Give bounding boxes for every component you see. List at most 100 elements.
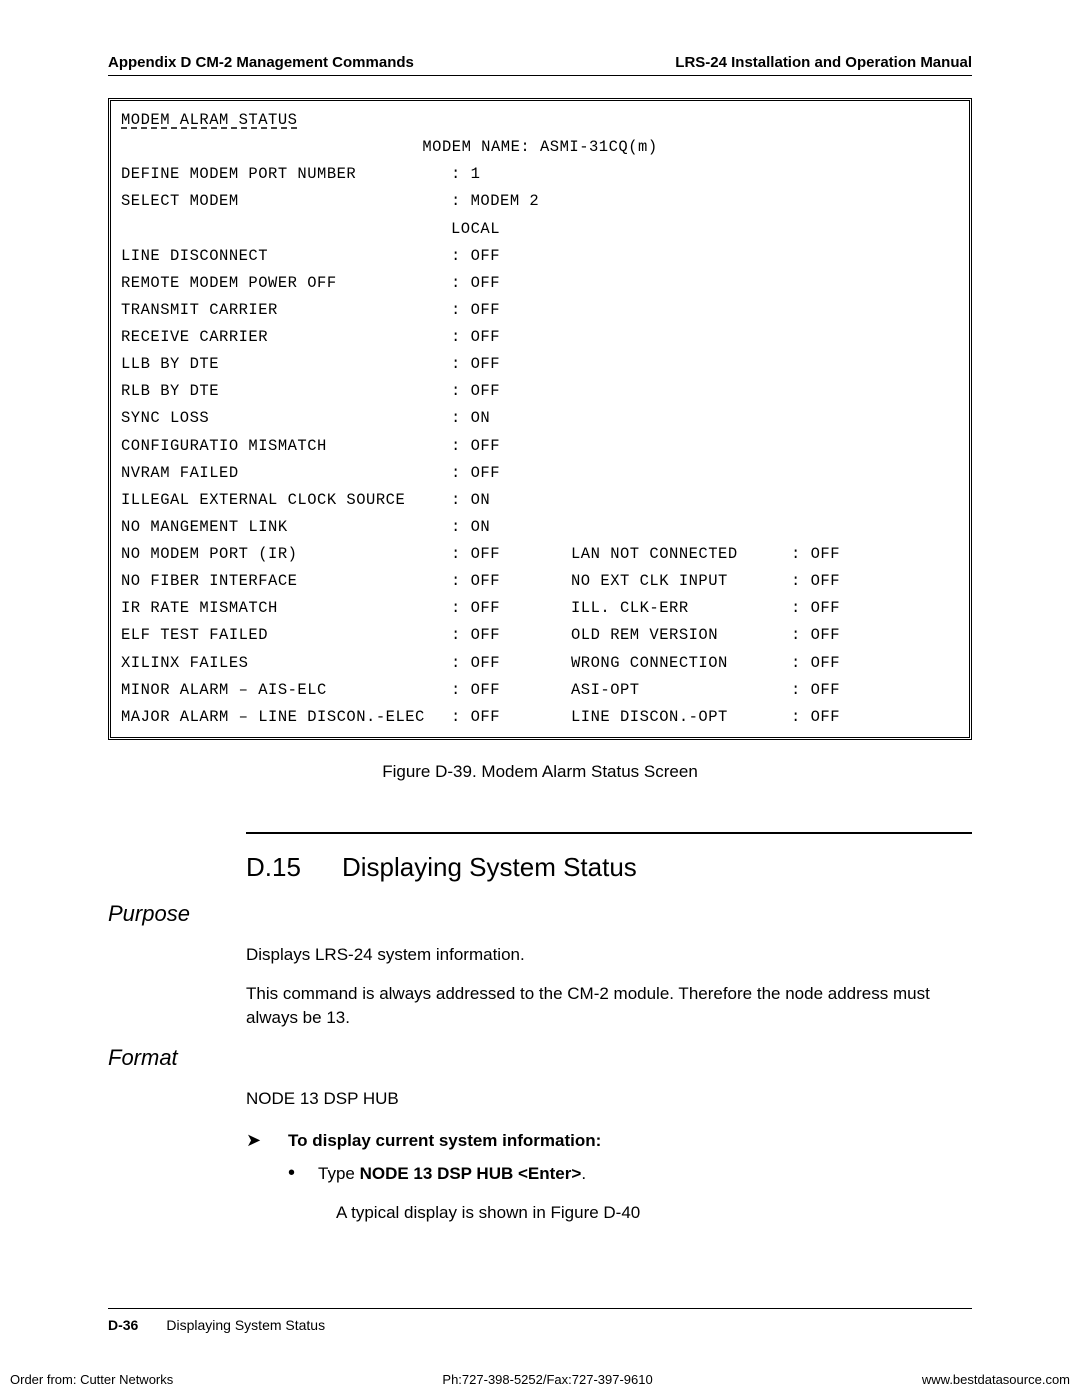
status-value: OFF	[451, 595, 571, 622]
bullet-suffix: .	[581, 1164, 586, 1183]
status-label: MAJOR ALARM – LINE DISCON.-ELEC	[121, 704, 451, 731]
status-label: ELF TEST FAILED	[121, 622, 451, 649]
status-label: NO FIBER INTERFACE	[121, 568, 451, 595]
purpose-para-1: Displays LRS-24 system information.	[246, 943, 972, 968]
section-rule	[246, 832, 972, 834]
status-label: NO MANGEMENT LINK	[121, 514, 451, 541]
bottom-center: Ph:727-398-5252/Fax:727-397-9610	[442, 1372, 652, 1387]
status-value: OFF	[451, 324, 571, 351]
format-body: NODE 13 DSP HUB ➤ To display current sys…	[246, 1087, 972, 1226]
status-row: LLB BY DTEOFF	[121, 351, 959, 378]
status-row: NO MODEM PORT (IR)OFFLAN NOT CONNECTEDOF…	[121, 541, 959, 568]
status-label: RECEIVE CARRIER	[121, 324, 451, 351]
status-row: SELECT MODEMMODEM 2 LOCAL	[121, 188, 959, 242]
status-row: XILINX FAILESOFFWRONG CONNECTIONOFF	[121, 650, 959, 677]
status-value: ON	[451, 487, 571, 514]
arrow-icon: ➤	[246, 1129, 288, 1152]
header-left: Appendix D CM-2 Management Commands	[108, 54, 414, 71]
status-row: IR RATE MISMATCHOFFILL. CLK-ERROFF	[121, 595, 959, 622]
status-label: NO MODEM PORT (IR)	[121, 541, 451, 568]
status-value: OFF	[451, 704, 571, 731]
status-row: ELF TEST FAILEDOFFOLD REM VERSIONOFF	[121, 622, 959, 649]
modem-name-row: MODEM NAME: ASMI-31CQ(m)	[121, 134, 959, 161]
section-number: D.15	[246, 852, 342, 883]
section-header: D.15 Displaying System Status	[246, 852, 972, 883]
bottom-right: www.bestdatasource.com	[922, 1372, 1070, 1387]
status-label-2: NO EXT CLK INPUT	[571, 568, 791, 595]
bottom-bar: Order from: Cutter Networks Ph:727-398-5…	[0, 1372, 1080, 1387]
bullet-text: Type NODE 13 DSP HUB <Enter>.	[318, 1162, 586, 1187]
status-label-2: OLD REM VERSION	[571, 622, 791, 649]
bullet-icon: •	[288, 1162, 318, 1187]
status-value: OFF	[451, 351, 571, 378]
status-value: OFF	[451, 270, 571, 297]
status-value: MODEM 2 LOCAL	[451, 188, 571, 242]
modem-name-label: MODEM NAME:	[422, 138, 530, 156]
page-footer-title: Displaying System Status	[166, 1317, 325, 1333]
status-value: OFF	[451, 622, 571, 649]
status-row: RECEIVE CARRIEROFF	[121, 324, 959, 351]
page-header: Appendix D CM-2 Management Commands LRS-…	[108, 54, 972, 76]
purpose-body: Displays LRS-24 system information. This…	[246, 943, 972, 1031]
status-value: ON	[451, 514, 571, 541]
bullet-row: • Type NODE 13 DSP HUB <Enter>.	[288, 1162, 972, 1187]
status-value-2: OFF	[791, 541, 840, 568]
status-value-2: OFF	[791, 704, 840, 731]
status-label: LLB BY DTE	[121, 351, 451, 378]
format-command: NODE 13 DSP HUB	[246, 1087, 972, 1112]
status-row: SYNC LOSSON	[121, 405, 959, 432]
status-label: IR RATE MISMATCH	[121, 595, 451, 622]
header-right: LRS-24 Installation and Operation Manual	[675, 54, 972, 71]
status-row: MINOR ALARM – AIS-ELCOFFASI-OPTOFF	[121, 677, 959, 704]
status-value-2: OFF	[791, 568, 840, 595]
status-label: RLB BY DTE	[121, 378, 451, 405]
status-value-2: OFF	[791, 650, 840, 677]
status-label: SELECT MODEM	[121, 188, 451, 242]
display-note: A typical display is shown in Figure D-4…	[336, 1201, 972, 1226]
status-value: OFF	[451, 433, 571, 460]
status-label: MINOR ALARM – AIS-ELC	[121, 677, 451, 704]
status-label: TRANSMIT CARRIER	[121, 297, 451, 324]
status-label: CONFIGURATIO MISMATCH	[121, 433, 451, 460]
status-label: XILINX FAILES	[121, 650, 451, 677]
status-row: NO FIBER INTERFACEOFFNO EXT CLK INPUTOFF	[121, 568, 959, 595]
screen-title: MODEM ALRAM STATUS	[121, 107, 959, 134]
modem-name-value: ASMI-31CQ(m)	[540, 138, 658, 156]
status-label: ILLEGAL EXTERNAL CLOCK SOURCE	[121, 487, 451, 514]
status-label-2: LINE DISCON.-OPT	[571, 704, 791, 731]
status-value: OFF	[451, 460, 571, 487]
status-value-2: OFF	[791, 595, 840, 622]
status-row: ILLEGAL EXTERNAL CLOCK SOURCEON	[121, 487, 959, 514]
purpose-para-2: This command is always addressed to the …	[246, 982, 972, 1031]
status-row: CONFIGURATIO MISMATCHOFF	[121, 433, 959, 460]
page-footer: D-36 Displaying System Status	[108, 1308, 972, 1333]
status-value: 1	[451, 161, 571, 188]
status-label: LINE DISCONNECT	[121, 243, 451, 270]
format-heading: Format	[108, 1045, 972, 1071]
bullet-prefix: Type	[318, 1164, 360, 1183]
status-label: NVRAM FAILED	[121, 460, 451, 487]
status-row: MAJOR ALARM – LINE DISCON.-ELECOFFLINE D…	[121, 704, 959, 731]
status-value: OFF	[451, 243, 571, 270]
instruction-row: ➤ To display current system information:	[246, 1129, 972, 1154]
status-label: DEFINE MODEM PORT NUMBER	[121, 161, 451, 188]
status-row: REMOTE MODEM POWER OFFOFF	[121, 270, 959, 297]
status-label-2: WRONG CONNECTION	[571, 650, 791, 677]
status-value: OFF	[451, 568, 571, 595]
section-title: Displaying System Status	[342, 852, 637, 883]
terminal-screen: MODEM ALRAM STATUS MODEM NAME: ASMI-31CQ…	[108, 98, 972, 740]
bottom-left: Order from: Cutter Networks	[10, 1372, 173, 1387]
figure-caption: Figure D-39. Modem Alarm Status Screen	[108, 762, 972, 782]
instruction-text: To display current system information:	[288, 1129, 601, 1154]
status-value: ON	[451, 405, 571, 432]
status-row: TRANSMIT CARRIEROFF	[121, 297, 959, 324]
status-label-2: ILL. CLK-ERR	[571, 595, 791, 622]
status-label-2: LAN NOT CONNECTED	[571, 541, 791, 568]
status-label-2: ASI-OPT	[571, 677, 791, 704]
status-row: RLB BY DTEOFF	[121, 378, 959, 405]
status-value: OFF	[451, 650, 571, 677]
status-value-2: OFF	[791, 677, 840, 704]
status-value: OFF	[451, 541, 571, 568]
purpose-heading: Purpose	[108, 901, 972, 927]
status-value: OFF	[451, 677, 571, 704]
